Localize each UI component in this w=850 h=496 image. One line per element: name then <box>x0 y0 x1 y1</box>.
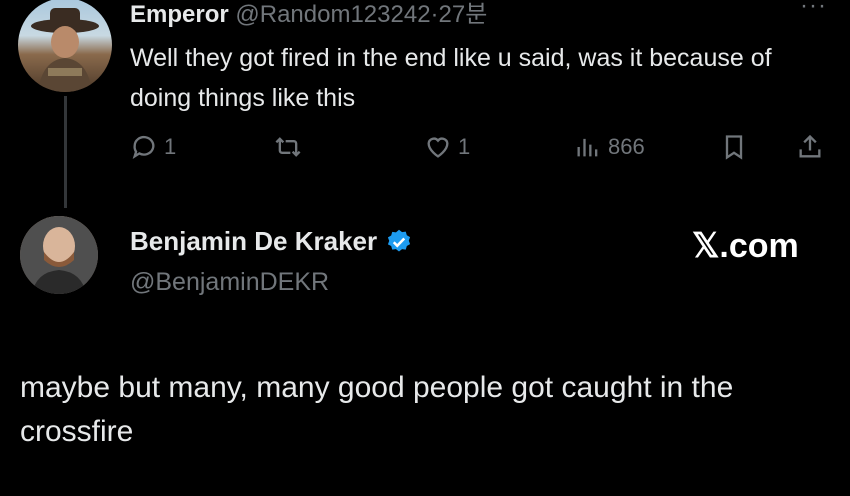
verified-badge-icon <box>388 229 411 251</box>
retweet-button[interactable] <box>274 133 302 161</box>
tweet-header: Emperor @Random123242·27분 <box>130 0 487 29</box>
source-label: 𝕏.com <box>692 227 799 265</box>
tweet-text: Well they got fired in the end like u sa… <box>130 44 772 112</box>
reply-icon <box>132 135 155 159</box>
user-handle[interactable]: @Random123242 <box>235 1 430 28</box>
separator-dot: · <box>430 1 439 28</box>
retweet-icon <box>275 137 301 157</box>
avatar-emperor[interactable] <box>18 0 112 92</box>
reply-count: 1 <box>164 134 177 159</box>
share-icon <box>799 134 821 158</box>
avatar-emperor-image <box>31 8 99 92</box>
views-button[interactable]: 866 <box>574 133 645 161</box>
quoted-text: maybe but many, many good people got cau… <box>20 371 734 448</box>
display-name[interactable]: Emperor <box>130 1 229 28</box>
views-count: 866 <box>608 134 645 159</box>
tweet-actions-bar: 1 1 866 <box>0 133 850 169</box>
reply-button[interactable]: 1 <box>130 133 176 161</box>
like-button[interactable]: 1 <box>424 133 470 161</box>
more-options-icon[interactable]: ··· <box>800 0 827 20</box>
like-count: 1 <box>458 134 471 159</box>
quoted-handle[interactable]: @BenjaminDEKR <box>130 268 329 297</box>
like-icon <box>427 137 449 158</box>
bookmark-icon <box>725 135 743 160</box>
avatar-benjamin[interactable] <box>20 216 98 294</box>
quoted-author[interactable]: Benjamin De Kraker <box>130 226 413 257</box>
timestamp[interactable]: 27분 <box>439 1 488 28</box>
share-button[interactable] <box>796 133 824 161</box>
quoted-display-name: Benjamin De Kraker <box>130 226 378 256</box>
avatar-benjamin-image <box>20 216 98 294</box>
bookmark-button[interactable] <box>720 133 748 161</box>
views-icon <box>577 138 598 157</box>
